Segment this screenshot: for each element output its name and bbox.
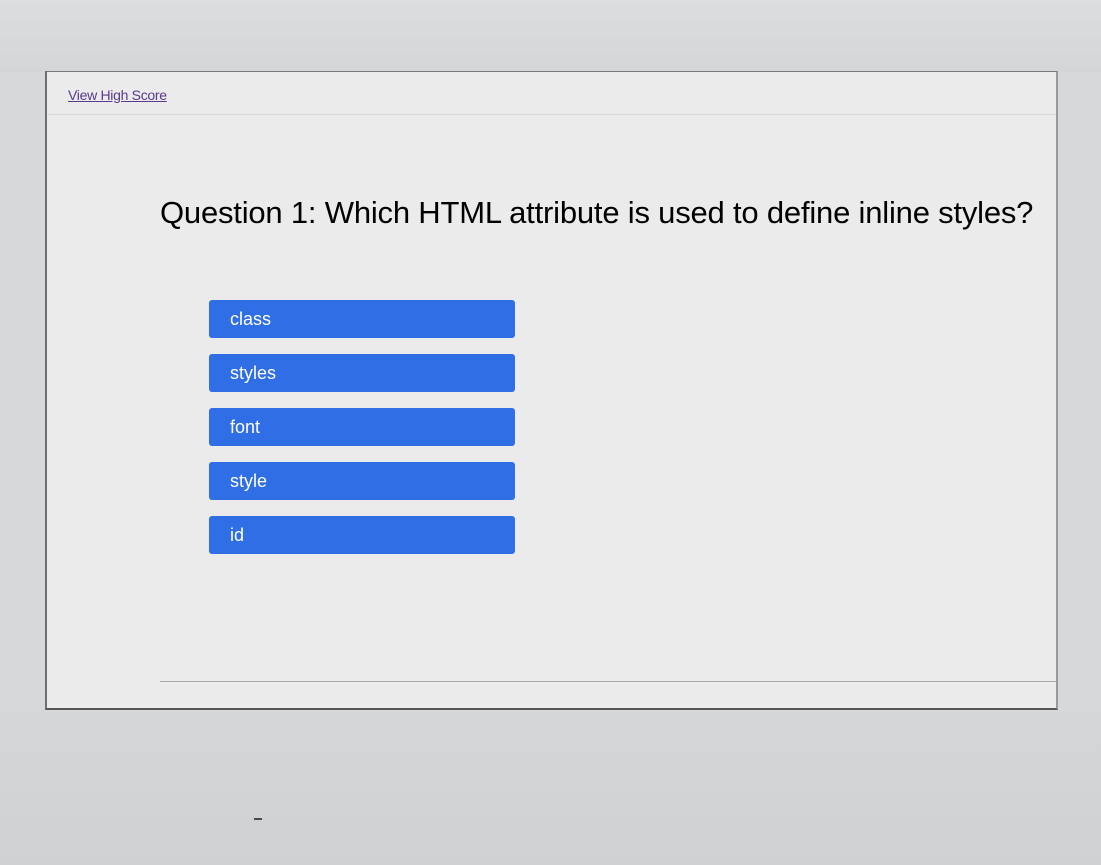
answer-button-font[interactable]: font [209, 408, 515, 446]
footer-divider [160, 681, 1056, 682]
backdrop-top [0, 0, 1101, 72]
answer-button-style[interactable]: style [209, 462, 515, 500]
answer-button-styles[interactable]: styles [209, 354, 515, 392]
answer-button-class[interactable]: class [209, 300, 515, 338]
backdrop-bottom [0, 712, 1101, 865]
question-title: Question 1: Which HTML attribute is used… [160, 195, 1034, 230]
header-bar: View High Score [47, 72, 1056, 115]
answer-button-id[interactable]: id [209, 516, 515, 554]
view-high-score-link[interactable]: View High Score [68, 87, 167, 103]
answer-list: class styles font style id [209, 300, 515, 570]
stray-mark [254, 818, 262, 820]
quiz-screen: View High Score Question 1: Which HTML a… [45, 71, 1058, 710]
